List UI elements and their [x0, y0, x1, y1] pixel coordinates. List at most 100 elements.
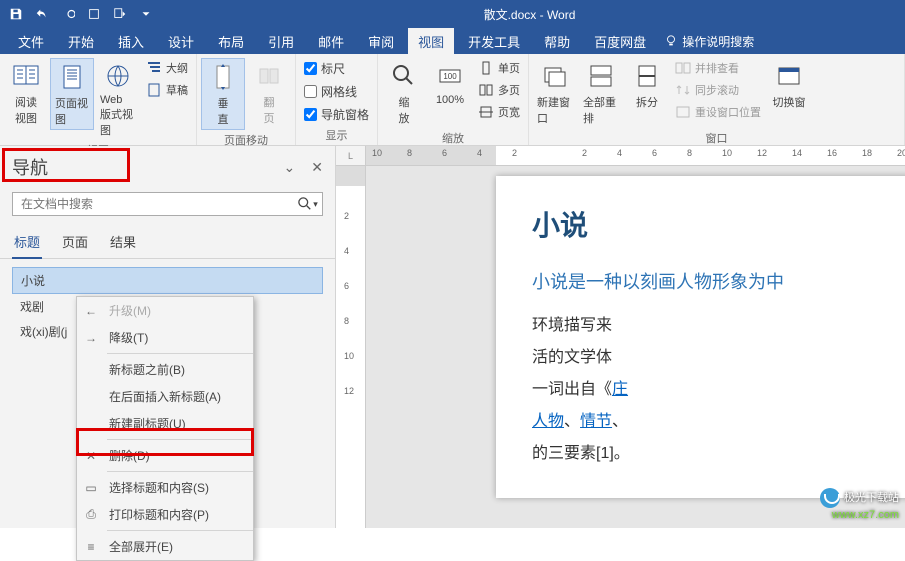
ribbon-group-views: 阅读 视图 页面视图 Web 版式视图 大纲 草稿 视图 — [0, 54, 197, 145]
tab-review[interactable]: 审阅 — [358, 28, 404, 55]
doc-subheading: 小说是一种以刻画人物形象为中 — [532, 268, 905, 294]
nav-item[interactable]: 小说 — [12, 267, 323, 294]
tab-insert[interactable]: 插入 — [108, 28, 154, 55]
document-area: L 1086422468101214161820 24681012 小说 小说是… — [336, 146, 905, 528]
context-menu-item[interactable]: → 降级(T) — [77, 324, 253, 351]
menu-item-icon: ✕ — [83, 448, 99, 464]
tab-design[interactable]: 设计 — [158, 28, 204, 55]
vertical-ruler[interactable]: 24681012 — [336, 166, 366, 528]
switch-window-button[interactable]: 切换窗 — [767, 58, 811, 112]
new-window-button[interactable]: 新建窗口 — [533, 58, 577, 128]
print-layout-button[interactable]: 页面视图 — [50, 58, 94, 130]
context-menu-item[interactable]: 新标题之前(B) — [77, 356, 253, 383]
ribbon: 阅读 视图 页面视图 Web 版式视图 大纲 草稿 视图 垂 直 翻 页 页面移… — [0, 54, 905, 146]
chevron-down-icon[interactable]: ⌄ — [284, 159, 296, 176]
nav-tab-headings[interactable]: 标题 — [12, 228, 42, 259]
quick-access-toolbar — [4, 2, 158, 26]
menu-item-icon — [83, 362, 99, 378]
context-menu-item[interactable]: ✕ 删除(D) — [77, 442, 253, 469]
context-menu-item[interactable]: ▭ 选择标题和内容(S) — [77, 474, 253, 501]
ribbon-group-window: 新建窗口 全部重排 拆分 并排查看 同步滚动 重设窗口位置 切换窗 窗口 — [529, 54, 905, 145]
context-menu-item[interactable]: ⎙打印标题和内容(P) — [77, 501, 253, 528]
tab-view[interactable]: 视图 — [408, 28, 454, 55]
page-width-button[interactable]: 页宽 — [474, 102, 524, 122]
menu-item-icon: ← — [83, 303, 99, 319]
tab-home[interactable]: 开始 — [58, 28, 104, 55]
undo-icon[interactable] — [30, 2, 54, 26]
one-page-button[interactable]: 单页 — [474, 58, 524, 78]
nav-tabs: 标题 页面 结果 — [0, 224, 335, 259]
reset-window-button[interactable]: 重设窗口位置 — [671, 102, 765, 122]
tab-baidu[interactable]: 百度网盘 — [584, 28, 656, 55]
sync-scroll-button[interactable]: 同步滚动 — [671, 80, 765, 100]
menu-item-label: 降级(T) — [109, 329, 148, 346]
zoom-button[interactable]: 缩 放 — [382, 58, 426, 128]
tell-me-search[interactable]: 操作说明搜索 — [664, 33, 754, 50]
menu-item-label: 升级(M) — [109, 302, 151, 319]
flip-button[interactable]: 翻 页 — [247, 58, 291, 128]
tab-layout[interactable]: 布局 — [208, 28, 254, 55]
menu-item-icon: ▭ — [83, 480, 99, 496]
tab-mailings[interactable]: 邮件 — [308, 28, 354, 55]
menu-item-label: 删除(D) — [109, 447, 150, 464]
document-page[interactable]: 小说 小说是一种以刻画人物形象为中 环境描写来活的文学体一词出自《庄人物、情节、… — [496, 176, 905, 498]
menu-bar: 文件 开始 插入 设计 布局 引用 邮件 审阅 视图 开发工具 帮助 百度网盘 … — [0, 28, 905, 54]
split-button[interactable]: 拆分 — [625, 58, 669, 112]
nav-tab-pages[interactable]: 页面 — [60, 228, 90, 258]
context-menu-item[interactable]: 在后面插入新标题(A) — [77, 383, 253, 410]
tab-file[interactable]: 文件 — [8, 28, 54, 55]
nav-title: 导航 — [12, 154, 48, 180]
qat-more-icon[interactable] — [134, 2, 158, 26]
gridlines-checkbox[interactable]: 网格线 — [300, 81, 373, 102]
context-menu-item[interactable]: ≡ 全部展开(E) — [77, 533, 253, 560]
read-mode-button[interactable]: 阅读 视图 — [4, 58, 48, 128]
search-icon[interactable]: ▾ — [294, 193, 322, 215]
tab-dev[interactable]: 开发工具 — [458, 28, 530, 55]
side-by-side-button[interactable]: 并排查看 — [671, 58, 765, 78]
close-icon[interactable]: ✕ — [311, 159, 323, 176]
doc-body: 环境描写来活的文学体一词出自《庄人物、情节、的三要素[1]。 — [532, 310, 905, 470]
ruler-corner: L — [336, 146, 366, 166]
nav-pane-checkbox[interactable]: 导航窗格 — [300, 104, 373, 125]
ribbon-group-zoom: 缩 放 100100% 单页 多页 页宽 缩放 — [378, 54, 529, 145]
redo-icon[interactable] — [56, 2, 80, 26]
doc-heading: 小说 — [532, 204, 905, 244]
logo-icon — [820, 488, 840, 508]
context-menu-item[interactable]: 新建副标题(U) — [77, 410, 253, 437]
nav-tab-results[interactable]: 结果 — [108, 228, 138, 258]
tab-references[interactable]: 引用 — [258, 28, 304, 55]
menu-item-label: 在后面插入新标题(A) — [109, 388, 221, 405]
arrange-all-button[interactable]: 全部重排 — [579, 58, 623, 128]
menu-item-label: 打印标题和内容(P) — [109, 506, 209, 523]
context-menu-item: ← 升级(M) — [77, 297, 253, 324]
menu-item-label: 新建副标题(U) — [109, 415, 186, 432]
svg-text:100: 100 — [443, 72, 457, 81]
tab-help[interactable]: 帮助 — [534, 28, 580, 55]
qat-icon[interactable] — [82, 2, 106, 26]
zoom-100-button[interactable]: 100100% — [428, 58, 472, 108]
web-layout-button[interactable]: Web 版式视图 — [96, 58, 140, 140]
menu-item-label: 全部展开(E) — [109, 538, 173, 555]
vertical-button[interactable]: 垂 直 — [201, 58, 245, 130]
save-icon[interactable] — [4, 2, 28, 26]
menu-item-icon — [83, 389, 99, 405]
menu-item-icon — [83, 416, 99, 432]
ribbon-group-show: 标尺 网格线 导航窗格 显示 — [296, 54, 378, 145]
nav-search[interactable]: ▾ — [12, 192, 323, 216]
menu-item-icon: ≡ — [83, 539, 99, 555]
window-title: 散文.docx - Word — [158, 6, 901, 23]
outline-button[interactable]: 大纲 — [142, 58, 192, 78]
multi-page-button[interactable]: 多页 — [474, 80, 524, 100]
qat-icon[interactable] — [108, 2, 132, 26]
draft-button[interactable]: 草稿 — [142, 80, 192, 100]
lightbulb-icon — [664, 34, 678, 48]
title-bar: 散文.docx - Word — [0, 0, 905, 28]
menu-item-label: 选择标题和内容(S) — [109, 479, 209, 496]
search-input[interactable] — [13, 193, 294, 215]
ruler-checkbox[interactable]: 标尺 — [300, 58, 373, 79]
menu-item-icon: → — [83, 330, 99, 346]
context-menu: ← 升级(M) → 降级(T) 新标题之前(B) 在后面插入新标题(A) 新建副标题(U) ✕… — [76, 296, 254, 561]
horizontal-ruler[interactable]: 1086422468101214161820 — [366, 146, 905, 166]
ribbon-group-page-move: 垂 直 翻 页 页面移动 — [197, 54, 296, 145]
watermark: 极光下载站 www.xz7.com — [820, 488, 899, 522]
